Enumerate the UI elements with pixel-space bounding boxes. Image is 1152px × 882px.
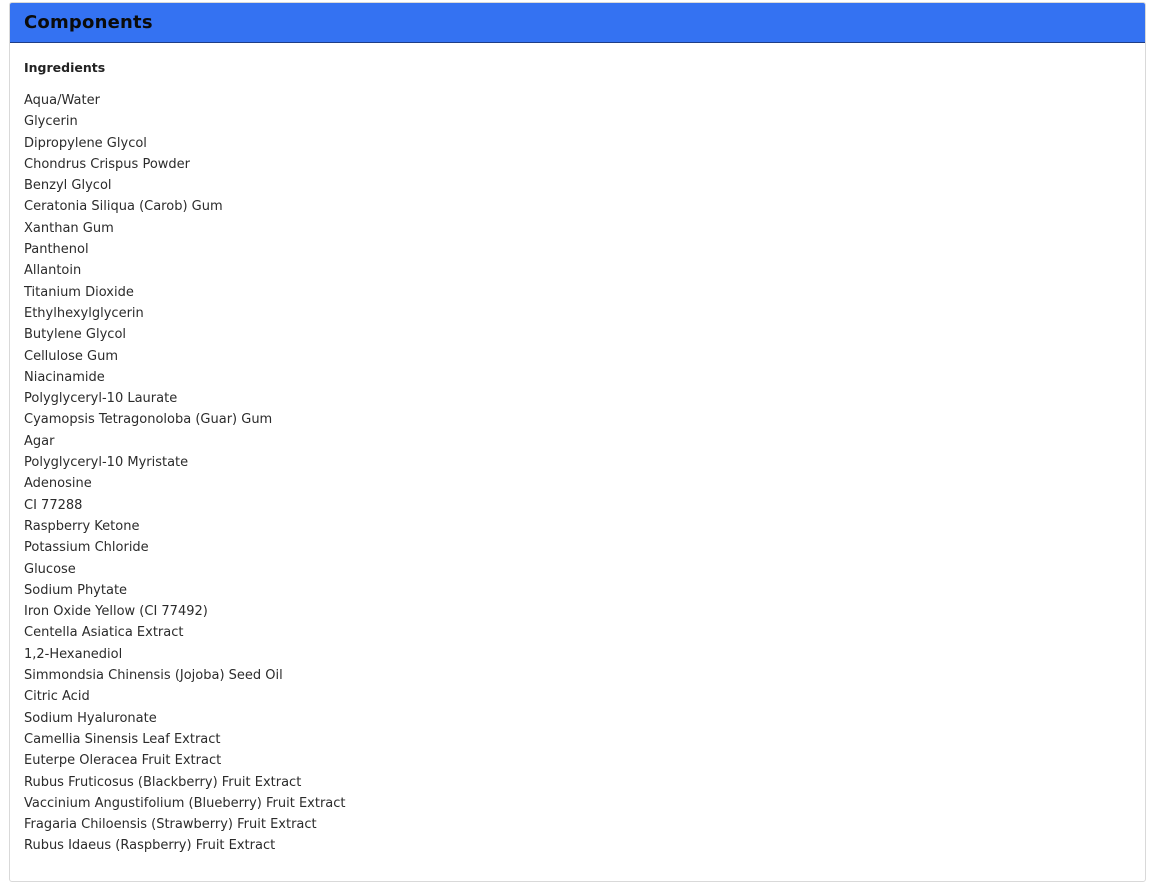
- list-item: Cyamopsis Tetragonoloba (Guar) Gum: [24, 412, 273, 428]
- components-panel: Components Ingredients Aqua/Water Glyceri…: [9, 2, 1146, 882]
- list-item: Vaccinium Angustifolium (Blueberry) Frui…: [24, 795, 346, 811]
- list-item: Centella Asiatica Extract: [24, 625, 184, 641]
- list-item: Raspberry Ketone: [24, 518, 140, 534]
- list-item: Niacinamide: [24, 369, 105, 385]
- list-item: 1,2-Hexanediol: [24, 646, 123, 662]
- list-item: Agar: [24, 433, 55, 449]
- list-item: Ethylhexylglycerin: [24, 305, 144, 321]
- list-item: Polyglyceryl-10 Laurate: [24, 391, 178, 407]
- list-item: CI 77288: [24, 497, 83, 513]
- list-item: Rubus Idaeus (Raspberry) Fruit Extract: [24, 838, 276, 854]
- list-item: Sodium Phytate: [24, 582, 128, 598]
- list-item: Potassium Chloride: [24, 540, 149, 556]
- list-item: Ceratonia Siliqua (Carob) Gum: [24, 199, 223, 215]
- list-item: Glucose: [24, 561, 76, 577]
- list-item: Sodium Hyaluronate: [24, 710, 157, 726]
- list-item: Butylene Glycol: [24, 327, 127, 343]
- list-item: Titanium Dioxide: [24, 284, 134, 300]
- list-item: Glycerin: [24, 114, 78, 130]
- panel-body: Ingredients Aqua/Water Glycerin Dipropylen…: [10, 43, 1145, 857]
- list-item: Adenosine: [24, 476, 92, 492]
- ingredient-list: Aqua/Water Glycerin Dipropylene Glycol Chon…: [24, 90, 1131, 857]
- list-item: Rubus Fruticosus (Blackberry) Fruit Extr…: [24, 774, 302, 790]
- list-item: Aqua/Water: [24, 93, 100, 108]
- list-item: Euterpe Oleracea Fruit Extract: [24, 753, 222, 769]
- ingredients-heading: Ingredients: [24, 60, 106, 75]
- list-item: Panthenol: [24, 242, 89, 258]
- panel-title: Components: [24, 12, 153, 33]
- list-item: Simmondsia Chinensis (Jojoba) Seed Oil: [24, 668, 283, 684]
- list-item: Cellulose Gum: [24, 348, 118, 364]
- list-item: Allantoin: [24, 263, 82, 279]
- list-item: Citric Acid: [24, 689, 90, 705]
- components-panel-header[interactable]: Components: [10, 3, 1145, 43]
- list-item: Camellia Sinensis Leaf Extract: [24, 731, 221, 747]
- list-item: Polyglyceryl-10 Myristate: [24, 455, 189, 471]
- list-item: Fragaria Chiloensis (Strawberry) Fruit E…: [24, 817, 317, 833]
- list-item: Benzyl Glycol: [24, 178, 112, 194]
- list-item: Xanthan Gum: [24, 220, 114, 236]
- list-item: Chondrus Crispus Powder: [24, 156, 191, 172]
- list-item: Iron Oxide Yellow (CI 77492): [24, 604, 208, 620]
- list-item: Dipropylene Glycol: [24, 135, 147, 151]
